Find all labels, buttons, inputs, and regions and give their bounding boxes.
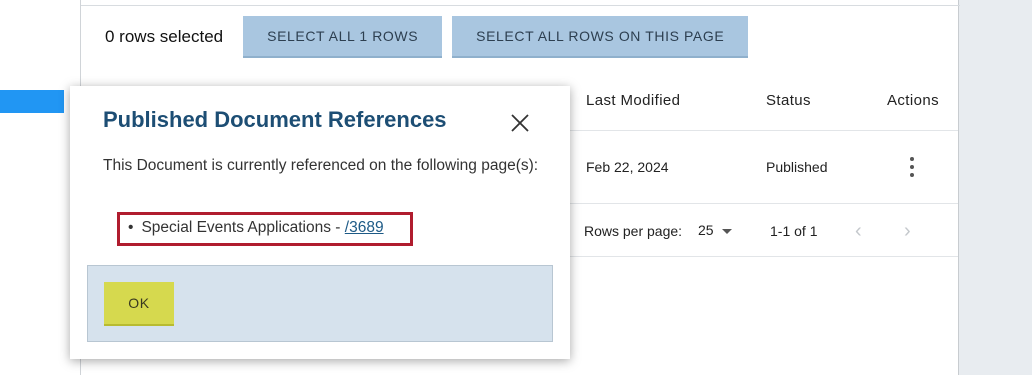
dialog-footer: OK bbox=[87, 265, 553, 342]
column-header-last-modified[interactable]: Last Modified bbox=[586, 92, 680, 109]
select-all-rows-button[interactable]: SELECT ALL 1 ROWS bbox=[243, 16, 443, 58]
reference-list-item: • Special Events Applications - /3689 bbox=[128, 219, 384, 237]
rows-per-page-select[interactable]: 25 bbox=[698, 222, 732, 238]
left-sidebar bbox=[0, 0, 80, 375]
pagination-range: 1-1 of 1 bbox=[770, 223, 818, 239]
rows-selected-count: 0 rows selected bbox=[105, 27, 224, 46]
reference-page-link[interactable]: /3689 bbox=[345, 219, 384, 236]
reference-highlight-box: • Special Events Applications - /3689 bbox=[117, 212, 413, 246]
bullet-icon: • bbox=[128, 219, 134, 236]
selection-bar: 0 rows selected SELECT ALL 1 ROWS SELECT… bbox=[105, 16, 749, 58]
column-header-actions: Actions bbox=[887, 92, 939, 109]
close-icon[interactable] bbox=[510, 113, 530, 133]
column-header-status[interactable]: Status bbox=[766, 92, 811, 109]
cell-last-modified: Feb 22, 2024 bbox=[586, 159, 669, 175]
next-page-icon[interactable]: › bbox=[904, 220, 911, 243]
dialog-title: Published Document References bbox=[103, 107, 447, 132]
more-actions-icon[interactable] bbox=[907, 157, 917, 177]
dialog-message: This Document is currently referenced on… bbox=[103, 157, 539, 174]
published-references-dialog: Published Document References This Docum… bbox=[70, 86, 570, 359]
reference-page-name: Special Events Applications - bbox=[141, 219, 345, 236]
rows-per-page-label: Rows per page: bbox=[584, 223, 683, 239]
previous-page-icon[interactable]: ‹ bbox=[855, 220, 862, 243]
rows-per-page-value: 25 bbox=[698, 222, 714, 238]
panel-top-divider bbox=[81, 5, 960, 6]
chevron-down-icon bbox=[721, 228, 732, 234]
select-page-rows-button[interactable]: SELECT ALL ROWS ON THIS PAGE bbox=[452, 16, 749, 58]
sidebar-active-item[interactable] bbox=[0, 90, 64, 113]
cell-status: Published bbox=[766, 159, 828, 175]
ok-button[interactable]: OK bbox=[104, 282, 174, 326]
